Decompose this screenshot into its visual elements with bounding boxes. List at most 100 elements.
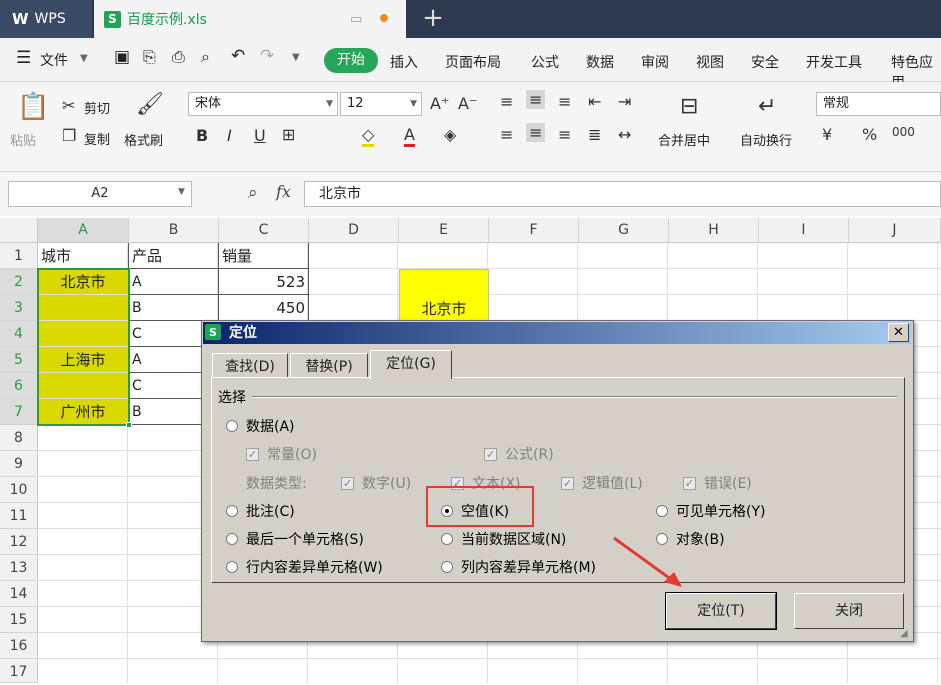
cell-e3-merged[interactable]: 北京市 [399, 269, 489, 321]
column-header-h[interactable]: H [669, 218, 759, 243]
unsaved-dot-icon[interactable] [380, 14, 388, 22]
percent-icon[interactable]: % [862, 125, 877, 144]
underline-icon[interactable]: U [254, 126, 266, 145]
merge-center-button[interactable]: 合并居中 [658, 130, 710, 149]
row-header-14[interactable]: 14 [0, 581, 38, 607]
radio-current-region[interactable]: 当前数据区域(N) [441, 529, 566, 549]
row-header-17[interactable]: 17 [0, 659, 38, 683]
menu-start[interactable]: 开始 [324, 48, 378, 73]
tab-replace[interactable]: 替换(P) [290, 353, 368, 378]
row-header-13[interactable]: 13 [0, 555, 38, 581]
save-icon[interactable]: ▣ [114, 47, 130, 67]
scissors-icon[interactable]: ✂ [62, 96, 75, 115]
menu-review[interactable]: 审阅 [641, 52, 669, 72]
cell-a4[interactable] [38, 321, 129, 347]
chevron-down-icon[interactable]: ▼ [178, 187, 185, 197]
column-header-a[interactable]: A [38, 218, 129, 243]
print-icon[interactable]: ⎙ [172, 47, 185, 67]
export-icon[interactable]: ⎘ [143, 47, 156, 67]
row-header-10[interactable]: 10 [0, 477, 38, 503]
column-header-f[interactable]: F [489, 218, 579, 243]
clear-format-icon[interactable]: ◈ [444, 125, 456, 144]
wps-home-tab[interactable]: W WPS [0, 0, 92, 38]
radio-last-cell[interactable]: 最后一个单元格(S) [226, 529, 364, 549]
monitor-icon[interactable]: ▭ [350, 12, 362, 27]
decrease-indent-icon[interactable]: ⇤ [588, 92, 601, 111]
menu-developer[interactable]: 开发工具 [806, 52, 862, 72]
zoom-icon[interactable]: ⌕ [248, 183, 258, 203]
menu-insert[interactable]: 插入 [390, 52, 418, 72]
close-icon[interactable]: ✕ [888, 323, 909, 342]
cell-b2[interactable]: A [129, 269, 219, 295]
merge-center-icon[interactable]: ⊟ [680, 94, 698, 119]
align-middle-icon[interactable]: ≡ [526, 90, 546, 109]
cell-c3[interactable]: 450 [219, 295, 309, 321]
cell-c2[interactable]: 523 [219, 269, 309, 295]
menu-data[interactable]: 数据 [586, 52, 614, 72]
goto-button[interactable]: 定位(T) [665, 592, 777, 630]
fill-color-icon[interactable]: ◇ [362, 125, 375, 147]
cut-button[interactable]: 剪切 [84, 98, 110, 117]
number-format-select[interactable]: 常规 [816, 92, 941, 116]
column-header-e[interactable]: E [399, 218, 489, 243]
distributed-icon[interactable]: ↔ [618, 125, 631, 144]
align-right-icon[interactable]: ≡ [558, 125, 571, 144]
font-size-select[interactable]: 12 ▼ [340, 92, 422, 116]
formula-input[interactable]: 北京市 [304, 181, 941, 207]
bold-icon[interactable]: B [196, 126, 208, 145]
redo-icon[interactable]: ↷ [260, 46, 274, 66]
check-number[interactable]: ✓ 数字(U) [341, 473, 411, 493]
menu-security[interactable]: 安全 [751, 52, 779, 72]
radio-visible-cells[interactable]: 可见单元格(Y) [656, 501, 765, 521]
align-center-icon[interactable]: ≡ [526, 123, 546, 142]
row-header-15[interactable]: 15 [0, 607, 38, 633]
row-header-5[interactable]: 5 [0, 347, 38, 373]
document-tab[interactable]: S 百度示例.xls ▭ [94, 0, 406, 38]
fx-label[interactable]: fx [276, 182, 291, 201]
decrease-font-icon[interactable]: A⁻ [458, 94, 477, 113]
align-left-icon[interactable]: ≡ [500, 125, 513, 144]
italic-icon[interactable]: I [227, 126, 232, 145]
menu-page-layout[interactable]: 页面布局 [445, 52, 501, 72]
cell-b1[interactable]: 产品 [129, 243, 219, 269]
chevron-down-icon[interactable]: ▼ [80, 53, 88, 64]
row-header-2[interactable]: 2 [0, 269, 38, 295]
cell-a7[interactable]: 广州市 [38, 399, 129, 425]
name-box[interactable]: A2 [8, 181, 192, 207]
print-preview-icon[interactable]: ⌕ [201, 47, 210, 67]
column-header-b[interactable]: B [129, 218, 219, 243]
undo-icon[interactable]: ↶ [231, 46, 245, 66]
copy-button[interactable]: 复制 [84, 129, 110, 148]
copy-icon[interactable]: ❐ [62, 126, 76, 145]
radio-data[interactable]: 数据(A) [226, 416, 295, 436]
radio-comments[interactable]: 批注(C) [226, 501, 295, 521]
menu-file[interactable]: 文件 [40, 50, 68, 70]
increase-font-icon[interactable]: A⁺ [430, 94, 449, 113]
row-header-12[interactable]: 12 [0, 529, 38, 555]
font-color-icon[interactable]: A [404, 125, 415, 147]
menu-view[interactable]: 视图 [696, 52, 724, 72]
border-icon[interactable]: ⊞ [282, 125, 295, 144]
radio-col-differences[interactable]: 列内容差异单元格(M) [441, 557, 596, 577]
resize-grip-icon[interactable]: ◢ [900, 628, 908, 639]
close-button[interactable]: 关闭 [794, 593, 904, 629]
fill-handle[interactable] [126, 422, 132, 428]
column-header-d[interactable]: D [309, 218, 399, 243]
paste-button[interactable]: 粘贴 [10, 130, 36, 149]
align-top-icon[interactable]: ≡ [500, 92, 513, 111]
currency-icon[interactable]: ¥ [822, 125, 832, 144]
justify-icon[interactable]: ≣ [588, 125, 601, 144]
cell-a1[interactable]: 城市 [38, 243, 129, 269]
cell-a3[interactable] [38, 295, 129, 321]
column-header-g[interactable]: G [579, 218, 669, 243]
align-bottom-icon[interactable]: ≡ [558, 92, 571, 111]
format-painter-button[interactable]: 格式刷 [124, 130, 163, 149]
row-header-7[interactable]: 7 [0, 399, 38, 425]
select-all-corner[interactable] [0, 218, 38, 243]
row-header-6[interactable]: 6 [0, 373, 38, 399]
row-header-1[interactable]: 1 [0, 243, 38, 269]
wrap-text-button[interactable]: 自动换行 [740, 130, 792, 149]
row-header-9[interactable]: 9 [0, 451, 38, 477]
menu-formulas[interactable]: 公式 [531, 52, 559, 72]
row-header-8[interactable]: 8 [0, 425, 38, 451]
